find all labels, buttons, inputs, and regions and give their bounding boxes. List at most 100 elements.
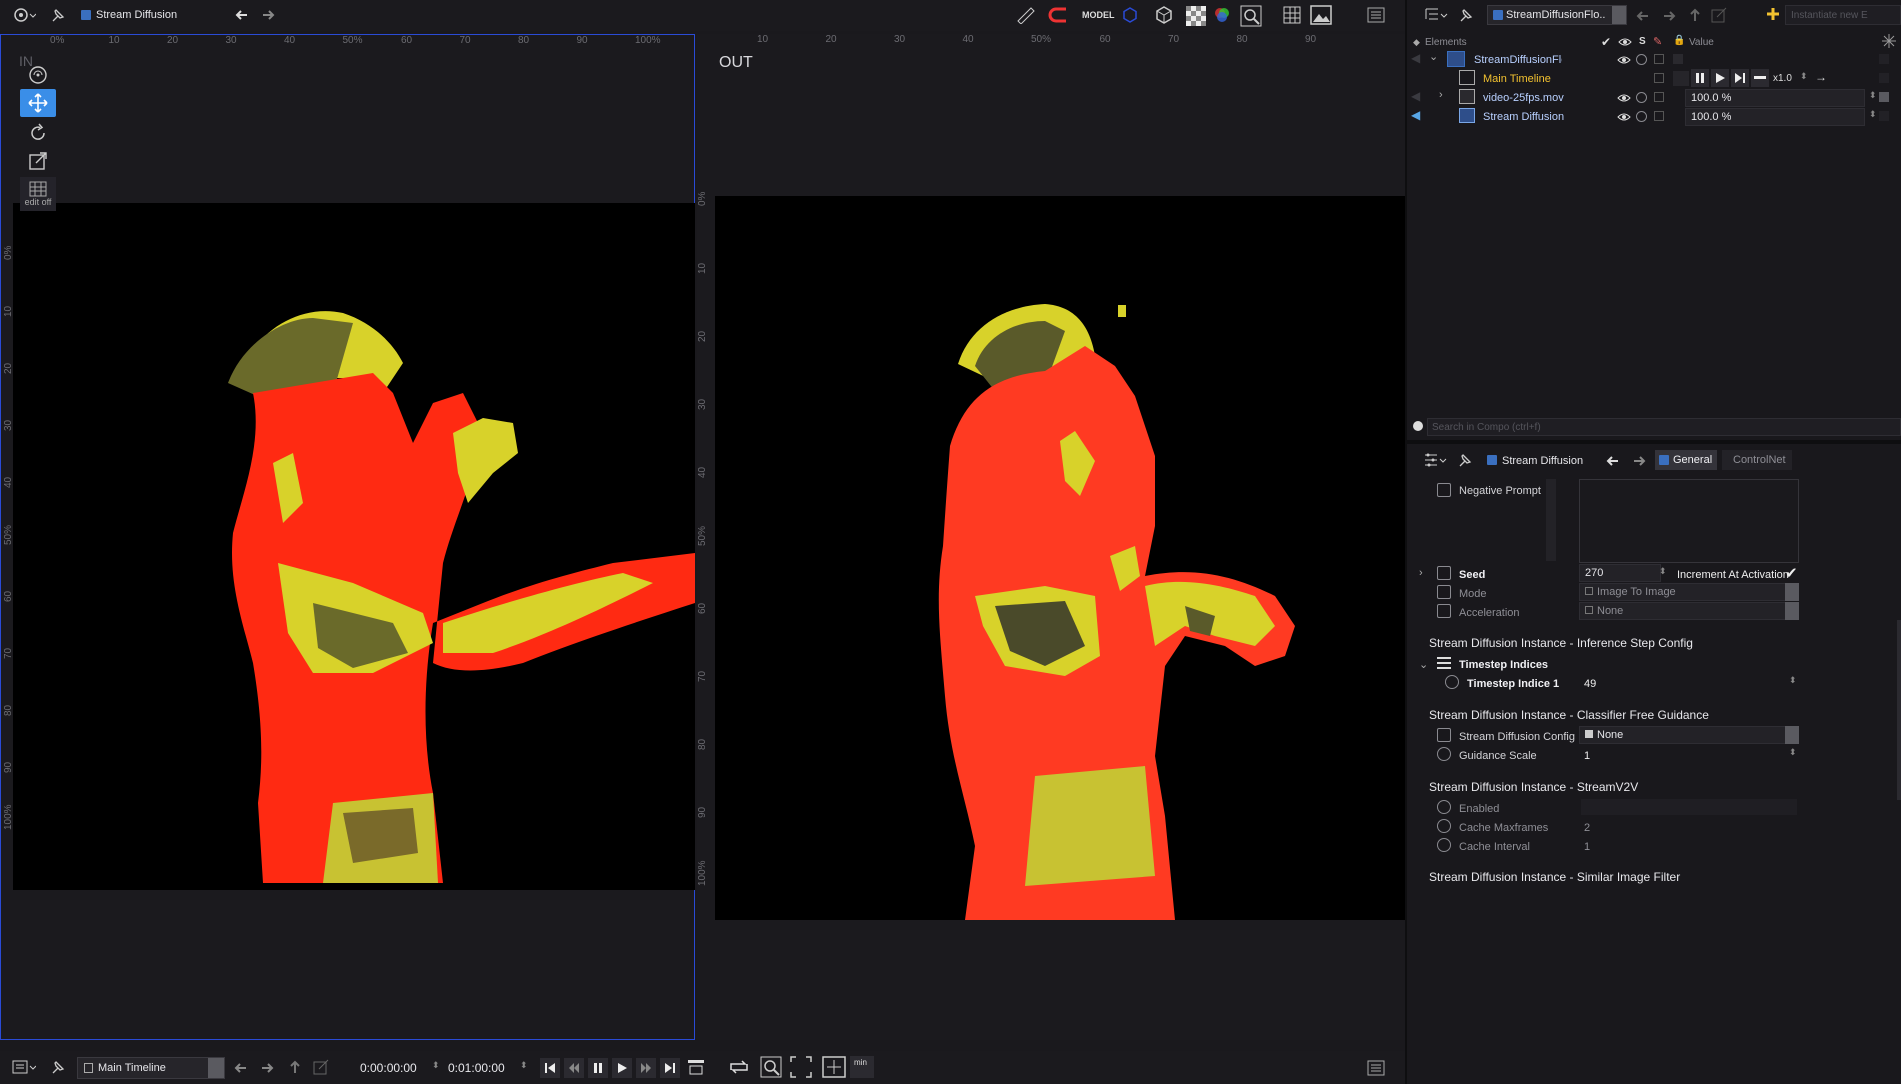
- timeline-menu-icon[interactable]: [12, 1058, 36, 1076]
- enabled-toggle[interactable]: [1581, 799, 1797, 815]
- opacity-stepper-icon[interactable]: ⬍: [1869, 90, 1877, 101]
- compo-select[interactable]: StreamDiffusionFlo...: [1487, 5, 1627, 25]
- select-stepper-icon[interactable]: [1612, 6, 1626, 24]
- viewer-input-pane[interactable]: 0% 10 20 30 40 50% 60 70 80 90 100% 0% 10 20 30 40 50% 6…: [0, 34, 695, 1040]
- solo-toggle[interactable]: [1636, 54, 1647, 65]
- duration-time[interactable]: 0:01:00:00: [448, 1061, 505, 1075]
- negative-prompt-textarea[interactable]: [1579, 479, 1799, 563]
- color-channels-icon[interactable]: [1213, 6, 1231, 24]
- play-button[interactable]: [612, 1058, 632, 1078]
- select-stepper-icon[interactable]: [208, 1058, 224, 1078]
- panel-menu-icon[interactable]: [1367, 7, 1385, 23]
- brush-toggle[interactable]: [1654, 54, 1664, 64]
- zoom-icon[interactable]: [1240, 5, 1262, 27]
- frame-all-icon[interactable]: [822, 1056, 846, 1078]
- input-canvas[interactable]: [13, 203, 695, 890]
- panel-menu-icon[interactable]: [1367, 1060, 1385, 1076]
- lock-toggle[interactable]: [1673, 54, 1683, 64]
- inspector-scrollbar[interactable]: [1897, 620, 1901, 800]
- row-checkbox[interactable]: [1879, 92, 1889, 102]
- row-checkbox[interactable]: [1879, 54, 1889, 64]
- output-canvas[interactable]: [715, 196, 1405, 920]
- guidance-scale-value[interactable]: 1: [1584, 750, 1590, 762]
- visibility-icon[interactable]: [1617, 111, 1631, 123]
- timestep-stepper-icon[interactable]: ⬍: [1789, 675, 1797, 686]
- timeline-range-button[interactable]: [1751, 69, 1769, 87]
- pin-icon[interactable]: [49, 6, 67, 24]
- cache-maxframes-value[interactable]: 2: [1584, 822, 1590, 834]
- cube-icon[interactable]: [1155, 6, 1173, 24]
- magnet-icon[interactable]: [1048, 6, 1070, 24]
- hexagon-icon[interactable]: [1122, 7, 1138, 23]
- increment-checkbox[interactable]: ✔: [1785, 564, 1798, 582]
- timeline-play-button[interactable]: [1711, 69, 1729, 87]
- pin-icon[interactable]: [1456, 451, 1474, 469]
- cache-interval-value[interactable]: 1: [1584, 841, 1590, 853]
- instantiate-input[interactable]: Instantiate new E: [1785, 5, 1901, 25]
- keyframe-nav-icon[interactable]: ◀: [1411, 89, 1420, 103]
- back-arrow-icon[interactable]: [233, 1060, 249, 1076]
- timeline-speed[interactable]: x1.0: [1773, 73, 1792, 84]
- back-arrow-icon[interactable]: [234, 7, 250, 23]
- back-arrow-icon[interactable]: [1605, 453, 1621, 469]
- forward-arrow-icon[interactable]: [260, 7, 276, 23]
- brush-toggle[interactable]: [1654, 92, 1664, 102]
- scale-tool[interactable]: [20, 147, 56, 175]
- orbit-tool[interactable]: [20, 61, 56, 89]
- acceleration-select[interactable]: None: [1579, 602, 1799, 620]
- timeline-select[interactable]: Main Timeline: [77, 1057, 225, 1079]
- link-arrow-icon[interactable]: →: [1815, 70, 1827, 84]
- add-element-icon[interactable]: [1765, 6, 1781, 22]
- current-time[interactable]: 0:00:00:00: [360, 1061, 417, 1075]
- select-stepper-icon[interactable]: [1785, 583, 1799, 601]
- opacity-stepper-icon[interactable]: ⬍: [1869, 109, 1877, 120]
- model-view-toggle[interactable]: MODEL: [1082, 10, 1115, 20]
- loop-icon[interactable]: [728, 1058, 750, 1076]
- visibility-icon[interactable]: [1617, 54, 1631, 66]
- solo-toggle[interactable]: [1636, 92, 1647, 103]
- image-icon[interactable]: [1310, 5, 1332, 25]
- min-zoom-button[interactable]: min: [850, 1056, 874, 1078]
- compo-search-input[interactable]: Search in Compo (ctrl+f): [1427, 418, 1901, 436]
- checkerboard-icon[interactable]: [1186, 6, 1206, 26]
- brush-toggle[interactable]: [1654, 111, 1664, 121]
- current-time-stepper-icon[interactable]: ⬍: [432, 1060, 440, 1071]
- seed-field[interactable]: 270: [1579, 564, 1661, 582]
- ruler-icon[interactable]: [1016, 6, 1036, 24]
- go-to-end-button[interactable]: [660, 1058, 680, 1078]
- collapse-chevron-icon[interactable]: ⌄: [1429, 50, 1438, 63]
- edit-icon[interactable]: [313, 1059, 329, 1075]
- tree-menu-icon[interactable]: [1424, 6, 1448, 24]
- inspector-menu-icon[interactable]: [1423, 451, 1447, 469]
- keyframe-nav-icon[interactable]: ◀: [1411, 108, 1420, 122]
- keyframe-nav-icon[interactable]: ◀: [1411, 51, 1420, 65]
- collapse-chevron-icon[interactable]: ⌄: [1419, 658, 1428, 671]
- duration-stepper-icon[interactable]: ⬍: [520, 1060, 528, 1071]
- pin-icon[interactable]: [1457, 6, 1475, 24]
- panel-divider[interactable]: [1407, 440, 1901, 444]
- forward-arrow-icon[interactable]: [1661, 8, 1677, 24]
- forward-arrow-icon[interactable]: [259, 1060, 275, 1076]
- seed-stepper-icon[interactable]: ⬍: [1659, 566, 1667, 577]
- timeline-zoom-icon[interactable]: [760, 1056, 782, 1078]
- guidance-stepper-icon[interactable]: ⬍: [1789, 747, 1797, 758]
- brush-toggle[interactable]: [1654, 73, 1664, 83]
- stream-diffusion-config-select[interactable]: None: [1579, 726, 1799, 744]
- select-stepper-icon[interactable]: [1785, 726, 1799, 744]
- timeline-pause-button[interactable]: [1691, 69, 1709, 87]
- loop-range-icon[interactable]: [686, 1058, 706, 1076]
- visibility-icon[interactable]: [1617, 92, 1631, 104]
- previous-frame-button[interactable]: [564, 1058, 584, 1078]
- tab-controlnet[interactable]: ControlNet: [1722, 450, 1792, 470]
- grid-icon[interactable]: [1283, 6, 1301, 24]
- up-arrow-icon[interactable]: [1687, 7, 1703, 23]
- edit-off-tool[interactable]: edit off: [20, 177, 56, 211]
- speed-stepper-icon[interactable]: ⬍: [1800, 71, 1808, 82]
- move-tool[interactable]: [20, 89, 56, 117]
- prompt-scroll-handle[interactable]: [1546, 479, 1556, 561]
- viewer-output-pane[interactable]: 10 20 30 40 50% 60 70 80 90 0% 10 20 30 40 50% 60 70 80 9…: [697, 34, 1405, 1040]
- tree-row-stream-diffusion[interactable]: ◀ Stream Diffusion 100.0 % ⬍: [1407, 105, 1901, 128]
- tab-general[interactable]: General: [1655, 450, 1717, 470]
- viewer-menu-icon[interactable]: [12, 6, 36, 24]
- solo-toggle[interactable]: [1636, 111, 1647, 122]
